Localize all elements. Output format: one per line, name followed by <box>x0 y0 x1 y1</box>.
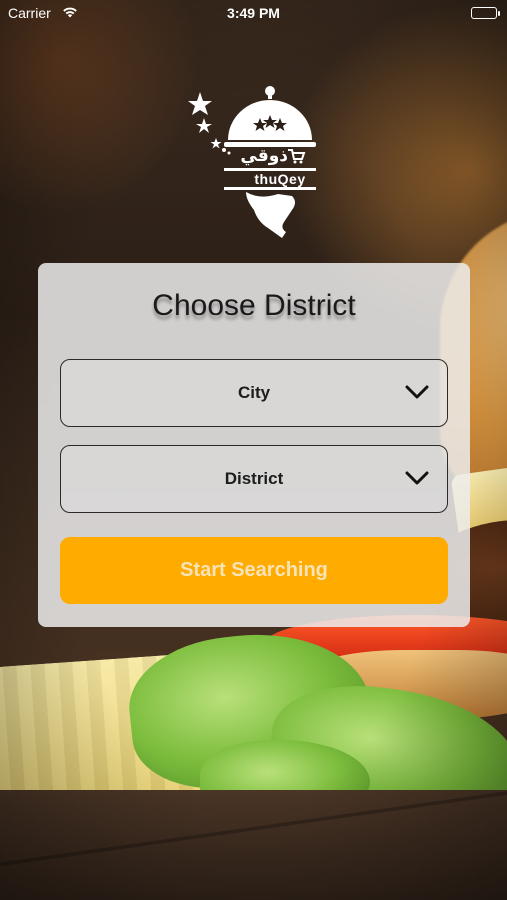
logo-arabic-text: ذوقي <box>240 146 288 166</box>
battery-icon <box>471 7 500 19</box>
status-time: 3:49 PM <box>227 5 280 21</box>
app-logo: ذوقي thuQey <box>180 82 330 242</box>
city-dropdown-label: City <box>237 383 271 402</box>
city-dropdown[interactable]: City <box>60 359 448 427</box>
district-dropdown[interactable]: District <box>60 445 448 513</box>
logo-brand-text: thuQey <box>254 171 306 187</box>
star-icon <box>210 138 222 149</box>
status-bar: Carrier 3:49 PM <box>0 0 507 28</box>
start-searching-button[interactable]: Start Searching <box>60 537 448 604</box>
choose-district-card: Choose District City District Start Sear… <box>38 263 470 627</box>
chevron-down-icon <box>405 470 429 491</box>
star-icon <box>196 118 212 133</box>
card-title: Choose District <box>152 289 356 322</box>
star-icon <box>188 92 212 115</box>
district-dropdown-label: District <box>224 469 284 488</box>
chevron-down-icon <box>405 384 429 405</box>
